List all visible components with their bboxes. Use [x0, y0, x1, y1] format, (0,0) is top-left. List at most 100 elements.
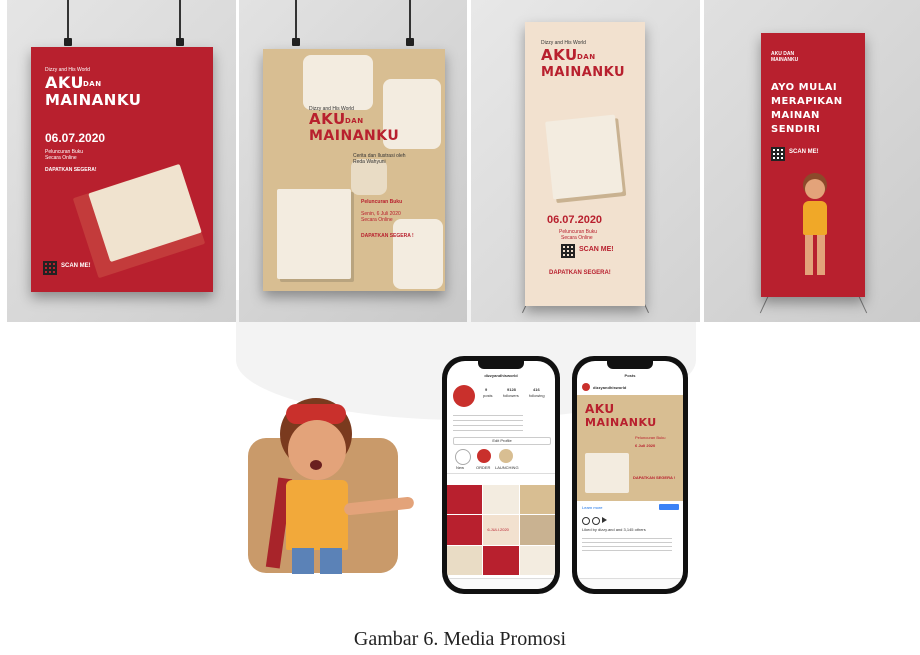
book-mockup — [545, 114, 623, 200]
post-username: dizzyandhisworld — [593, 385, 627, 390]
poster-author: Cerita dan Ilustrasi oleh Reda Wahyuni — [353, 153, 406, 165]
bottom-nav — [447, 578, 555, 589]
post-date-label: 6.JULI.2020 — [487, 527, 509, 533]
binder-clip — [64, 0, 72, 46]
poster-title-line2: MAINANKU — [309, 128, 400, 144]
poster-date: 06.07.2020 — [547, 214, 603, 226]
post-title-line1: AKU — [585, 402, 615, 416]
puzzle-piece — [303, 55, 373, 110]
stand-leg — [759, 294, 770, 314]
book-mockup — [277, 189, 351, 279]
poster-sub2: Secara Online — [561, 235, 593, 241]
poster-launch: Peluncuran Buku — [361, 199, 403, 205]
poster-panel-3: Dizzy and His World AKU DAN MAINANKU 06.… — [471, 0, 700, 322]
binder-clip — [406, 0, 414, 46]
post-cta: DAPATKAN SEGERA ! — [633, 475, 676, 480]
followers-label: followers — [503, 393, 519, 398]
phone-screen: Posts dizzyandhisworld AKU MAINANKU Pelu… — [577, 361, 683, 589]
post-title-line2: MAINANKU — [585, 416, 657, 429]
stand-leg — [857, 294, 868, 314]
poster-panel-4: AKU DAN MAINANKU AYO MULAI MERAPIKAN MAI… — [704, 0, 920, 322]
posts-count: 9 — [485, 387, 488, 392]
heart-icon[interactable] — [582, 517, 590, 525]
poster-sub2: Secara Online — [45, 155, 77, 161]
post-thumb[interactable] — [519, 515, 555, 545]
mouth — [310, 460, 322, 470]
binder-clip — [292, 0, 300, 46]
poster-cta: DAPATKAN SEGERA! — [45, 167, 97, 173]
post-image[interactable]: AKU MAINANKU Peluncuran Buku 6 Juli 2020… — [577, 395, 683, 501]
post-thumb[interactable] — [447, 485, 483, 515]
poster-panel-2: Dizzy and His World AKU DAN MAINANKU Cer… — [239, 0, 467, 322]
post-thumb[interactable] — [519, 485, 555, 515]
poster-date: 06.07.2020 — [45, 131, 106, 145]
puzzle-piece — [393, 219, 443, 289]
poster-title-dan: DAN — [345, 117, 364, 125]
highlight-label-order: ORDER — [476, 465, 491, 470]
qr-code-icon — [771, 147, 785, 161]
followers-count: 9128 — [507, 387, 516, 392]
poster-panel-1: Dizzy and His World AKU DAN MAINANKU 06.… — [7, 0, 236, 322]
poster-title-dan: DAN — [577, 53, 596, 61]
scan-me-label: SCAN ME! — [789, 149, 819, 155]
cream-banner: Dizzy and His World AKU DAN MAINANKU 06.… — [525, 22, 645, 306]
post-grid: 6.JULI.2020 — [447, 485, 555, 575]
highlight-launching[interactable] — [499, 449, 513, 463]
phone-mockup-profile: dizzyandhisworld 9 posts 9128 followers … — [442, 356, 560, 594]
caption-text — [582, 535, 672, 551]
post-date: 6 Juli 2020 — [635, 443, 656, 448]
poster-title-line1: AKU — [45, 73, 84, 92]
poster-title-line1: AKU — [309, 110, 346, 128]
red-banner: AKU DAN MAINANKU AYO MULAI MERAPIKAN MAI… — [761, 33, 865, 297]
highlight-label-launching: LAUNCHING — [495, 465, 519, 470]
comment-icon[interactable] — [592, 517, 600, 525]
character-illustration — [795, 173, 835, 283]
learn-more-button[interactable] — [659, 504, 679, 510]
poster-title-line2: MAINANKU — [541, 65, 626, 80]
bottom-nav — [577, 578, 683, 589]
avatar — [453, 385, 475, 407]
highlight-label-new: New — [456, 465, 465, 470]
post-thumb[interactable] — [519, 545, 555, 575]
poster-line2: MERAPIKAN — [771, 96, 843, 107]
scan-me-label: SCAN ME! — [61, 263, 91, 269]
poster-line4: SENDIRI — [771, 124, 821, 135]
profile-username: dizzyandhisworld — [484, 373, 518, 378]
learn-more-link[interactable]: Learn more — [582, 505, 602, 510]
mascot-character — [248, 398, 418, 578]
post-header: Posts — [624, 373, 636, 378]
post-thumb[interactable] — [447, 515, 483, 545]
poster-cta: DAPATKAN SEGERA! — [549, 270, 611, 276]
book-mockup — [585, 453, 629, 493]
puzzle-poster: Dizzy and His World AKU DAN MAINANKU Cer… — [263, 49, 445, 291]
highlight-new[interactable] — [455, 449, 471, 465]
post-launch: Peluncuran Buku — [635, 435, 666, 440]
qr-code-icon — [561, 244, 575, 258]
likes-text: Liked by dizzy.and and 3,145 others — [582, 527, 646, 532]
figure-caption: Gambar 6. Media Promosi — [353, 628, 567, 650]
following-count: 416 — [533, 387, 540, 392]
phone-mockup-post: Posts dizzyandhisworld AKU MAINANKU Pelu… — [572, 356, 688, 594]
qr-code-icon — [43, 261, 57, 275]
post-thumb[interactable] — [483, 545, 519, 575]
avatar — [582, 383, 590, 391]
poster-title-line2: MAINANKU — [45, 91, 142, 109]
red-poster: Dizzy and His World AKU DAN MAINANKU 06.… — [31, 47, 213, 292]
edit-profile-button[interactable]: Edit Profile — [453, 437, 551, 445]
following-label: following — [529, 393, 545, 398]
bio-text — [453, 413, 523, 431]
binder-clip — [176, 0, 184, 46]
phone-screen: dizzyandhisworld 9 posts 9128 followers … — [447, 361, 555, 589]
share-icon[interactable] — [602, 517, 607, 523]
post-thumb[interactable] — [447, 545, 483, 575]
post-thumb[interactable] — [483, 485, 519, 515]
poster-title-dan: DAN — [83, 80, 102, 88]
scan-me-label: SCAN ME! — [579, 246, 614, 253]
post-thumb[interactable]: 6.JULI.2020 — [483, 515, 519, 545]
poster-title-line1: AKU — [541, 46, 578, 64]
poster-sub: Secara Online — [361, 217, 393, 223]
poster-cta: DAPATKAN SEGERA ! — [361, 233, 414, 239]
highlight-order[interactable] — [477, 449, 491, 463]
poster-line1: AYO MULAI — [771, 82, 838, 93]
posts-label: posts — [483, 393, 493, 398]
